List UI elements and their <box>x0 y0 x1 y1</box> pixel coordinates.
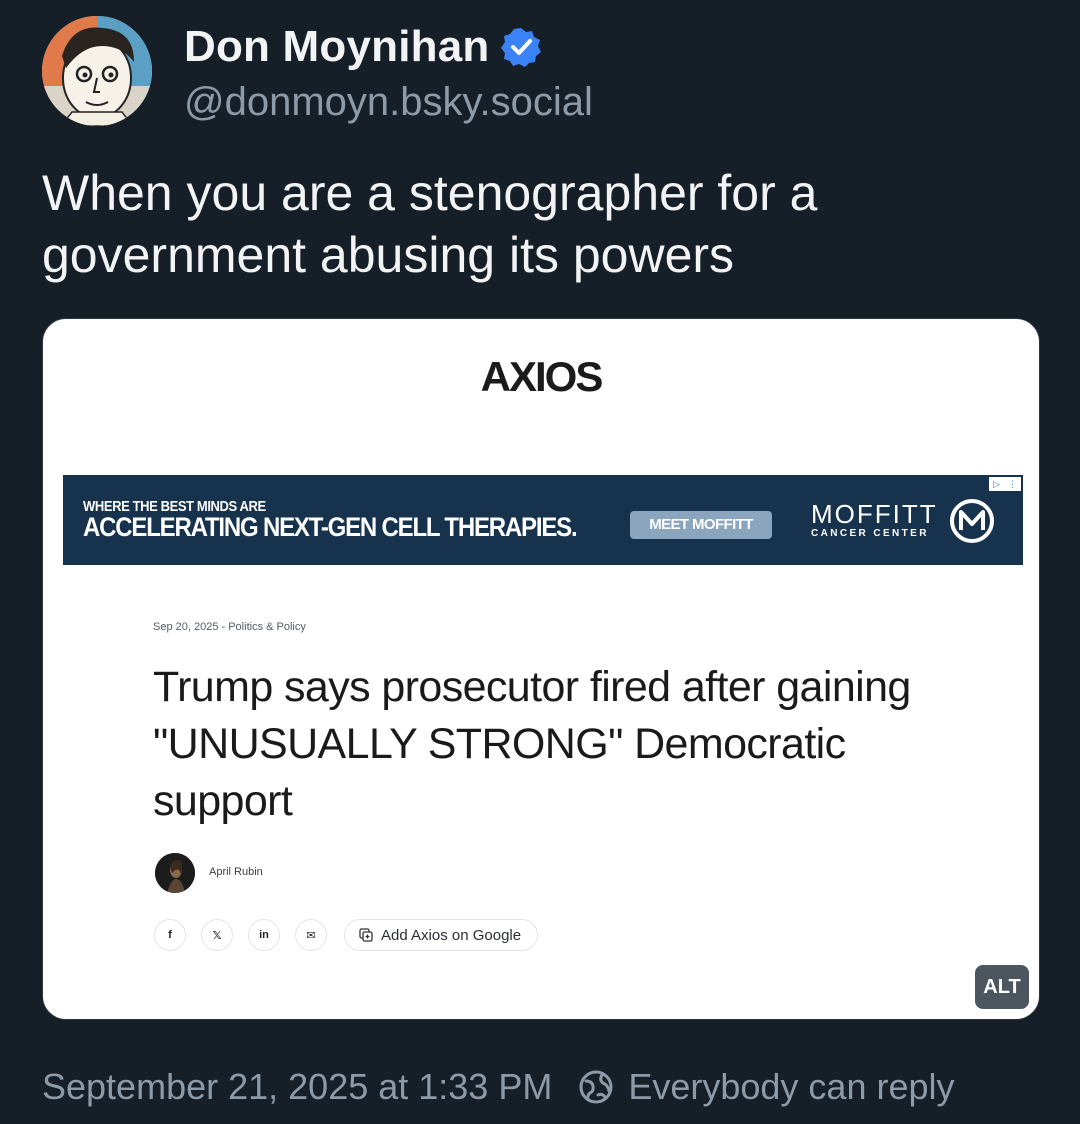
ad-kicker: WHERE THE BEST MINDS ARE <box>83 497 266 515</box>
add-axios-on-google-button: Add Axios on Google <box>344 919 539 951</box>
post-footer: September 21, 2025 at 1:33 PM Everybody … <box>42 1066 955 1108</box>
author-name[interactable]: Don Moynihan <box>184 22 542 72</box>
alt-text-badge[interactable]: ALT <box>975 965 1029 1009</box>
ad-headline: ACCELERATING NEXT-GEN CELL THERAPIES. <box>83 513 578 543</box>
ad-brand-name: MOFFITT <box>811 499 938 529</box>
ad-brand: MOFFITT CANCER CENTER <box>811 501 938 541</box>
author-name-text[interactable]: Don Moynihan <box>184 22 489 72</box>
linkedin-icon: in <box>248 919 280 951</box>
ad-brand-sub: CANCER CENTER <box>811 528 929 539</box>
embedded-image[interactable]: AXIOS WHERE THE BEST MINDS ARE ACCELERAT… <box>42 318 1040 1020</box>
cartoon-portrait-icon <box>42 16 152 126</box>
moffitt-logo-icon <box>950 499 994 543</box>
globe-icon <box>578 1069 614 1105</box>
facebook-icon: f <box>154 919 186 951</box>
reply-setting[interactable]: Everybody can reply <box>628 1066 954 1108</box>
x-icon: 𝕏 <box>201 919 233 951</box>
verified-badge-icon[interactable] <box>501 27 542 67</box>
axios-logo: AXIOS <box>480 353 604 400</box>
post-timestamp: September 21, 2025 at 1:33 PM <box>42 1066 553 1107</box>
ad-cta-button: MEET MOFFITT <box>630 511 772 539</box>
author-avatar[interactable] <box>42 16 152 126</box>
article-author-avatar <box>155 853 195 893</box>
post-text: When you are a stenographer for a govern… <box>42 165 818 283</box>
article-headline: Trump says prosecutor fired after gainin… <box>153 663 911 825</box>
ad-banner: WHERE THE BEST MINDS ARE ACCELERATING NE… <box>63 475 1023 565</box>
author-handle[interactable]: @donmoyn.bsky.social <box>184 80 593 125</box>
article-author-name: April Rubin <box>209 866 263 878</box>
article-dateline: Sep 20, 2025 - Politics & Policy <box>153 621 306 633</box>
add-axios-on-google-label: Add Axios on Google <box>381 926 522 944</box>
email-icon: ✉ <box>295 919 327 951</box>
adchoices-icon: ▷ ⋮ <box>989 477 1021 491</box>
add-source-icon <box>359 928 373 942</box>
